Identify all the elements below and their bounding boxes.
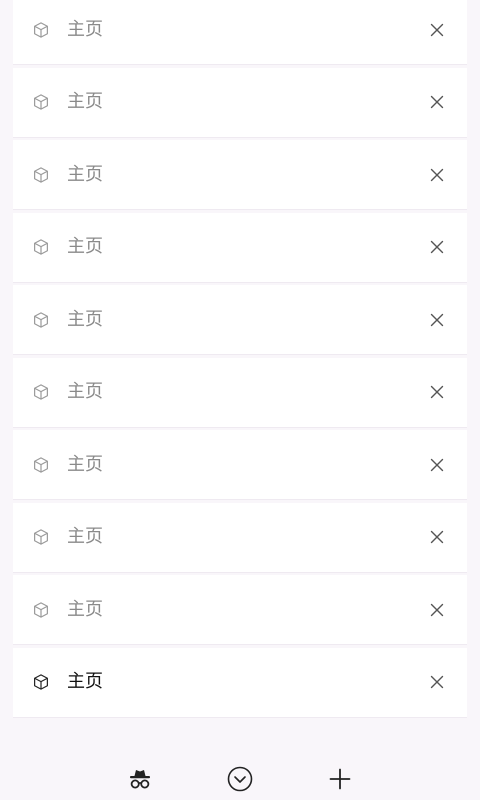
tab-item-10-active[interactable]: 主页	[13, 647, 467, 718]
close-icon[interactable]	[429, 674, 445, 690]
plus-icon[interactable]	[326, 765, 354, 793]
cube-icon	[32, 673, 50, 691]
cube-icon	[32, 93, 50, 111]
cube-icon	[32, 601, 50, 619]
close-icon[interactable]	[429, 529, 445, 545]
cube-icon	[32, 528, 50, 546]
close-icon[interactable]	[429, 22, 445, 38]
tab-title: 主页	[67, 18, 103, 40]
tab-item-5[interactable]: 主页	[13, 285, 467, 355]
cube-icon	[32, 21, 50, 39]
tab-item-1[interactable]: 主页	[13, 0, 467, 65]
tab-item-3[interactable]: 主页	[13, 140, 467, 210]
close-icon[interactable]	[429, 312, 445, 328]
tab-item-4[interactable]: 主页	[13, 212, 467, 283]
tab-item-6[interactable]: 主页	[13, 357, 467, 428]
tab-title: 主页	[67, 598, 103, 620]
cube-icon	[32, 238, 50, 256]
tab-title: 主页	[67, 526, 103, 547]
tab-title: 主页	[67, 236, 103, 257]
tab-title: 主页	[67, 91, 103, 112]
tab-item-9[interactable]: 主页	[13, 575, 467, 645]
close-icon[interactable]	[429, 384, 445, 400]
tab-list: 主页 主页 主页 主页 主页 主页 主页 主页 主页 主页	[13, 0, 467, 720]
cube-icon	[32, 166, 50, 184]
tab-item-8[interactable]: 主页	[13, 502, 467, 573]
tab-title: 主页	[67, 308, 103, 330]
tab-item-2[interactable]: 主页	[13, 67, 467, 138]
cube-icon	[32, 311, 50, 329]
tab-title: 主页	[67, 163, 103, 185]
close-icon[interactable]	[429, 239, 445, 255]
close-icon[interactable]	[429, 457, 445, 473]
bottom-toolbar	[0, 755, 480, 800]
incognito-icon[interactable]	[126, 765, 154, 793]
tab-title: 主页	[67, 381, 103, 402]
tab-item-7[interactable]: 主页	[13, 430, 467, 500]
chevron-down-circle-icon[interactable]	[226, 765, 254, 793]
cube-icon	[32, 383, 50, 401]
cube-icon	[32, 456, 50, 474]
close-icon[interactable]	[429, 94, 445, 110]
close-icon[interactable]	[429, 602, 445, 618]
tab-title: 主页	[67, 671, 103, 692]
close-icon[interactable]	[429, 167, 445, 183]
tab-title: 主页	[67, 453, 103, 475]
